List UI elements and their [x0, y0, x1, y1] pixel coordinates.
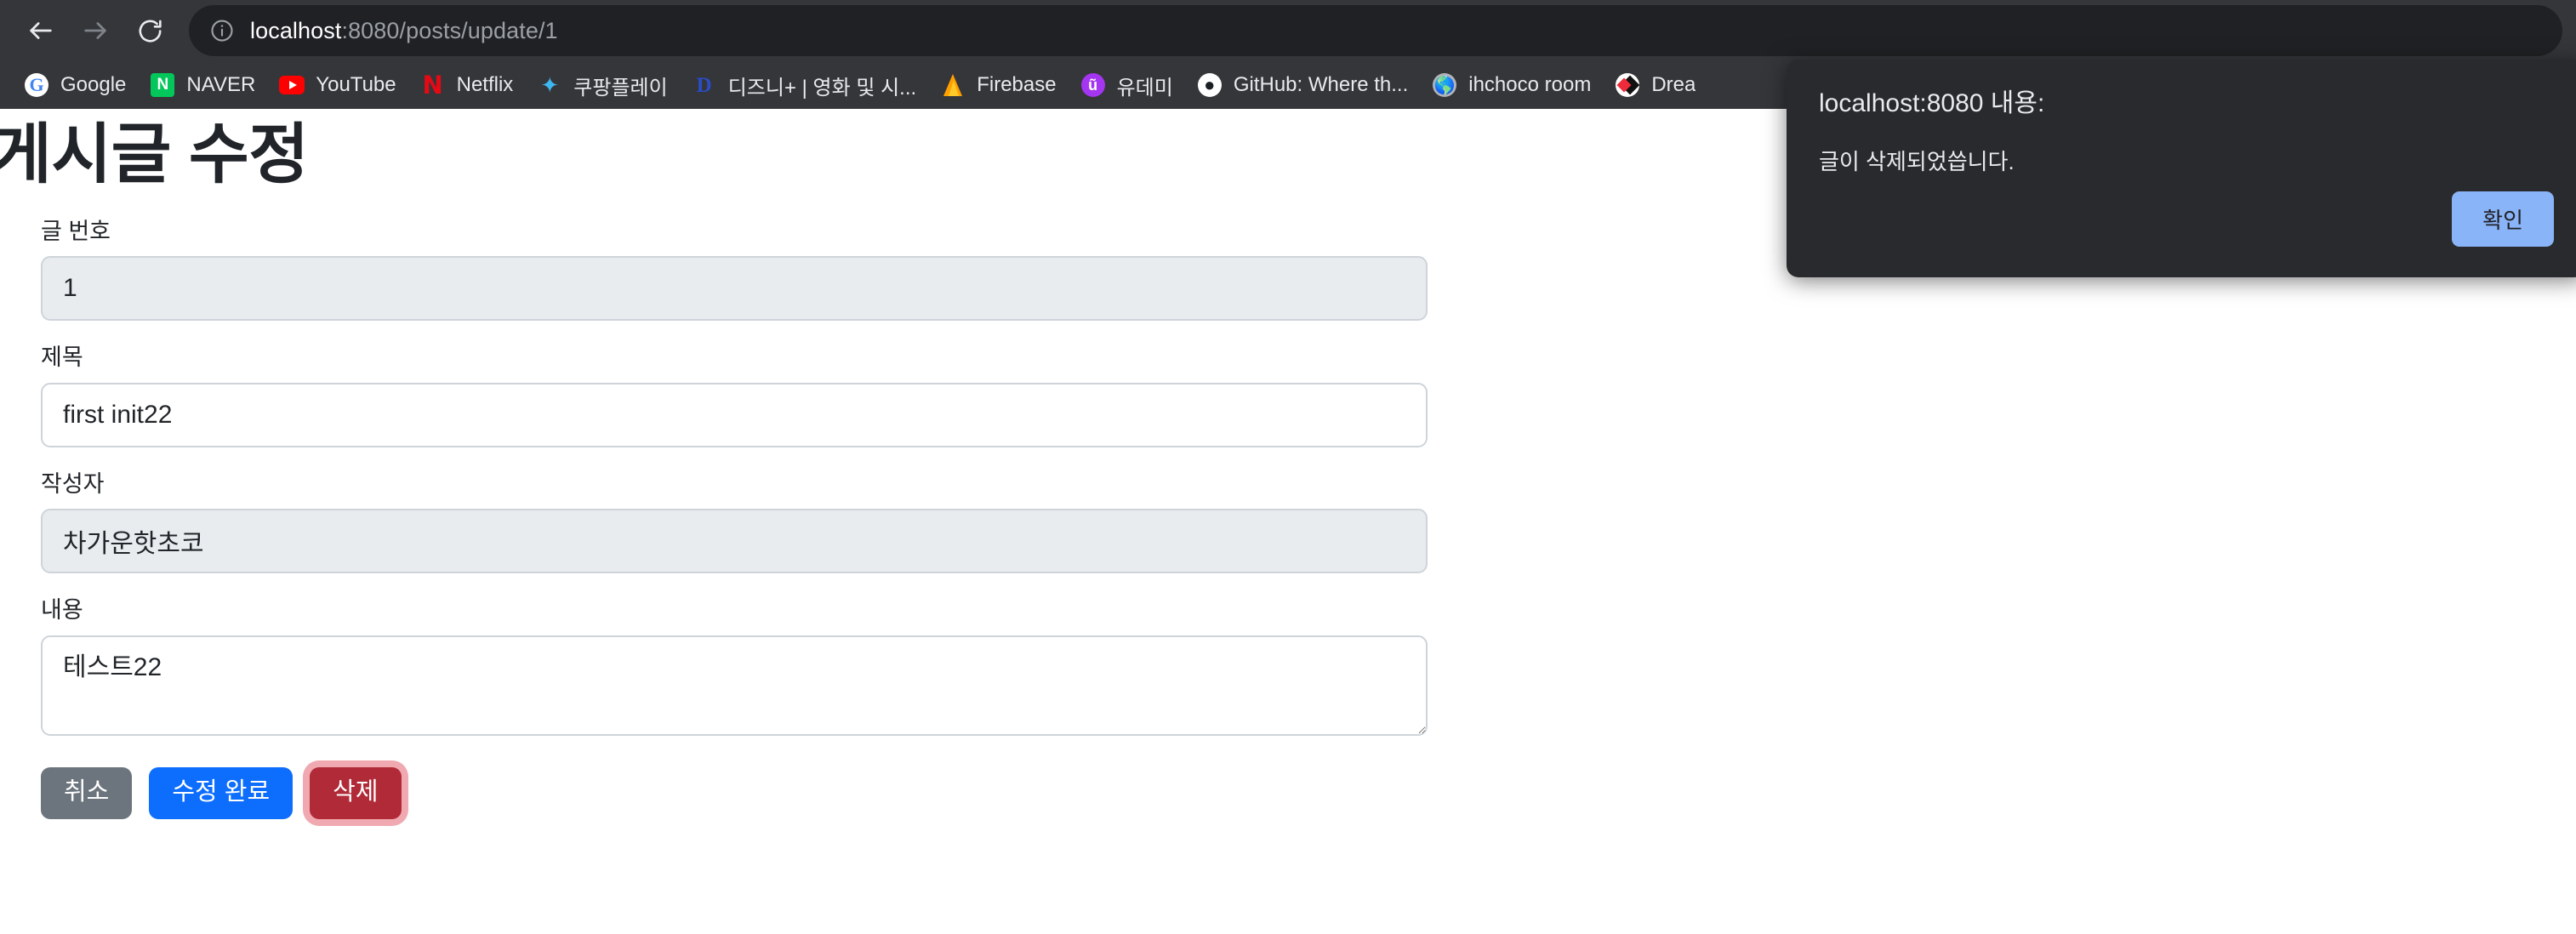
browser-toolbar: localhost:8080/posts/update/1	[0, 0, 2576, 61]
globe-favicon-icon: 🌎	[1432, 72, 1457, 98]
author-input[interactable]	[41, 509, 1428, 574]
field-post-number: 글 번호	[41, 218, 1428, 322]
address-bar[interactable]: localhost:8080/posts/update/1	[189, 5, 2562, 56]
bookmark-label: ihchoco room	[1468, 73, 1592, 96]
info-circle-icon[interactable]	[208, 16, 237, 45]
firebase-favicon-icon	[940, 72, 966, 98]
field-label: 내용	[41, 597, 83, 624]
field-label: 제목	[41, 345, 83, 371]
google-favicon-icon: G	[24, 72, 49, 98]
field-content: 내용 테스트22	[41, 596, 1428, 736]
bookmark-dreamhack[interactable]: Drea	[1603, 65, 1707, 105]
bookmark-youtube[interactable]: YouTube	[267, 65, 407, 105]
field-label: 글 번호	[41, 219, 111, 244]
dialog-message: 글이 삭제되었씁니다.	[1819, 149, 2015, 174]
arrow-left-icon	[26, 16, 55, 45]
field-title: 제목	[41, 344, 1428, 447]
bookmark-label: 유데미	[1116, 76, 1173, 100]
bookmark-label: 쿠팡플레이	[573, 76, 668, 100]
bookmark-disney-plus[interactable]: D 디즈니+ | 영화 및 시...	[680, 65, 929, 105]
bookmark-label: YouTube	[316, 73, 396, 96]
bookmark-netflix[interactable]: N Netflix	[408, 65, 526, 105]
arrow-right-icon	[81, 16, 110, 45]
bookmark-naver[interactable]: N NAVER	[138, 65, 267, 105]
bookmark-firebase[interactable]: Firebase	[928, 65, 1068, 105]
bookmark-label: Firebase	[977, 73, 1057, 96]
bookmark-label: 디즈니+ | 영화 및 시...	[727, 76, 917, 100]
title-input[interactable]	[41, 382, 1428, 447]
github-favicon-icon: ●	[1197, 72, 1222, 98]
delete-button[interactable]: 삭제	[310, 766, 402, 820]
udemy-favicon-icon: ũ	[1080, 72, 1106, 98]
dialog-ok-button[interactable]: 확인	[2452, 191, 2554, 247]
dialog-title: localhost:8080 내용:	[1819, 89, 2045, 117]
cancel-button[interactable]: 취소	[41, 766, 133, 820]
netflix-favicon-icon: N	[422, 72, 443, 98]
bookmark-coupang-play[interactable]: ✦ 쿠팡플레이	[525, 65, 679, 105]
content-textarea[interactable]: 테스트22	[41, 635, 1428, 736]
bookmark-google[interactable]: G Google	[12, 65, 138, 105]
coupang-play-favicon-icon: ✦	[540, 72, 560, 98]
bookmark-label: Drea	[1651, 73, 1696, 96]
disney-plus-favicon-icon: D	[696, 73, 712, 97]
field-label: 작성자	[41, 470, 105, 497]
url-host: localhost	[250, 17, 342, 43]
dialog-actions: 확인	[2452, 191, 2554, 247]
field-author: 작성자	[41, 470, 1428, 574]
page-title: 게시글 수정	[0, 118, 309, 191]
post-update-form: 글 번호 제목 작성자 내용 테스트22 취소 수정 완료 삭제	[41, 218, 1428, 820]
form-actions: 취소 수정 완료 삭제	[41, 766, 1428, 820]
dreamhack-favicon-icon	[1615, 72, 1640, 98]
reload-button[interactable]	[123, 3, 177, 58]
bookmark-udemy[interactable]: ũ 유데미	[1069, 65, 1185, 105]
bookmark-label: Google	[60, 73, 127, 96]
address-bar-url: localhost:8080/posts/update/1	[250, 18, 558, 44]
javascript-alert-dialog: localhost:8080 내용: 글이 삭제되었씁니다. 확인	[1787, 60, 2576, 277]
bookmark-label: Netflix	[456, 73, 514, 96]
submit-update-button[interactable]: 수정 완료	[149, 766, 294, 820]
bookmark-label: GitHub: Where th...	[1233, 73, 1409, 96]
url-path: :8080/posts/update/1	[341, 17, 558, 43]
forward-button[interactable]	[68, 3, 123, 58]
reload-icon	[136, 17, 164, 45]
post-number-input[interactable]	[41, 256, 1428, 322]
bookmark-ihchoco-room[interactable]: 🌎 ihchoco room	[1420, 65, 1603, 105]
naver-favicon-icon: N	[150, 72, 175, 98]
back-button[interactable]	[14, 3, 68, 58]
bookmark-github[interactable]: ● GitHub: Where th...	[1185, 65, 1420, 105]
bookmark-label: NAVER	[186, 73, 256, 96]
youtube-favicon-icon	[279, 72, 305, 98]
